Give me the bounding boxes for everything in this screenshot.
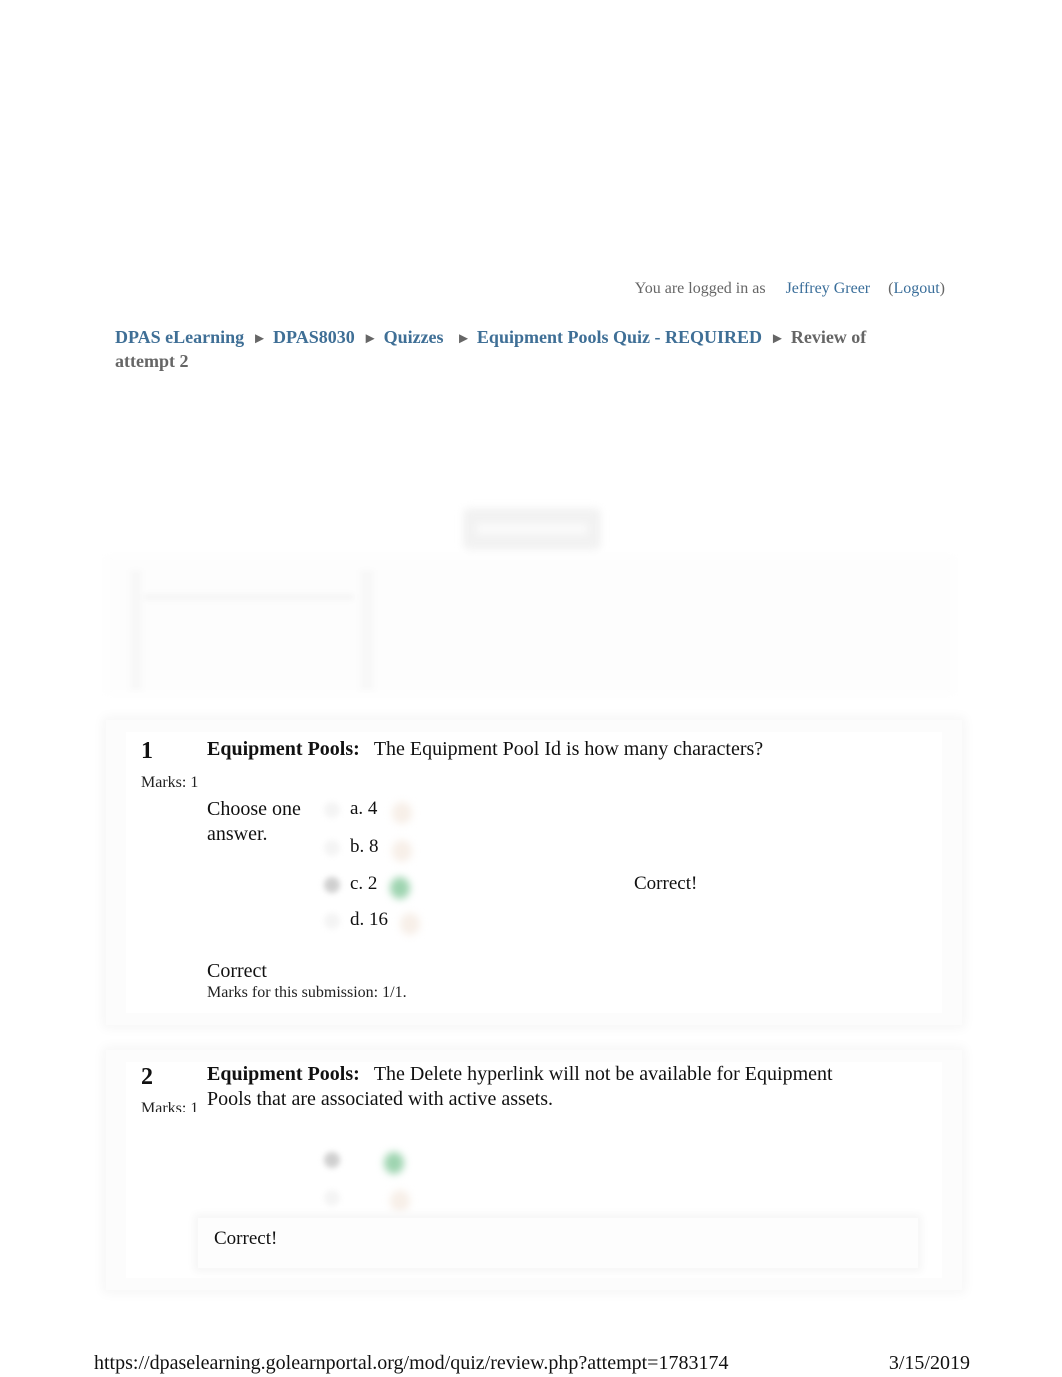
incorrect-icon bbox=[400, 913, 420, 935]
incorrect-icon bbox=[390, 1190, 410, 1212]
answer-option[interactable]: b. 8 bbox=[320, 836, 440, 866]
breadcrumb-quiz[interactable]: Equipment Pools Quiz - REQUIRED bbox=[477, 327, 762, 347]
answer-feedback: Correct! bbox=[214, 1228, 278, 1249]
answer-option[interactable] bbox=[320, 1186, 440, 1216]
radio-button[interactable] bbox=[324, 840, 340, 856]
incorrect-icon bbox=[392, 802, 412, 824]
option-label: a. 4 bbox=[350, 798, 378, 819]
print-date: 3/15/2019 bbox=[888, 1352, 970, 1374]
option-label: c. 2 bbox=[350, 873, 378, 894]
answer-option[interactable]: d. 16 bbox=[320, 909, 440, 939]
login-prefix: You are logged in as bbox=[634, 280, 766, 297]
option-label: b. 8 bbox=[350, 836, 379, 857]
blurred-button[interactable] bbox=[463, 508, 601, 550]
breadcrumb-course[interactable]: DPAS8030 bbox=[273, 327, 355, 347]
marks-for-submission: Marks for this submission: 1/1. bbox=[207, 984, 407, 1001]
attempt-summary-table bbox=[106, 556, 954, 694]
answer-option[interactable]: c. 2 bbox=[320, 873, 440, 903]
feedback-box: Correct! bbox=[198, 1218, 918, 1268]
radio-button[interactable] bbox=[324, 1190, 340, 1206]
question-number: 1 bbox=[141, 738, 153, 764]
radio-button[interactable] bbox=[324, 913, 340, 929]
grading-result: Correct bbox=[207, 960, 267, 982]
option-label: d. 16 bbox=[350, 909, 388, 930]
breadcrumb-separator-icon: ► bbox=[252, 331, 268, 347]
question-1: 1 Marks: 1 Equipment Pools: The Equipment… bbox=[106, 720, 962, 1025]
question-body: The Equipment Pool Id is how many charac… bbox=[373, 738, 764, 760]
breadcrumb-separator-icon: ► bbox=[769, 331, 785, 347]
radio-button-selected[interactable] bbox=[324, 1152, 340, 1168]
breadcrumb-separator-icon: ► bbox=[456, 331, 471, 347]
breadcrumb-home[interactable]: DPAS eLearning bbox=[115, 327, 244, 347]
correct-check-icon bbox=[390, 877, 410, 899]
logout-link[interactable]: Logout bbox=[893, 280, 939, 297]
question-topic: Equipment Pools: bbox=[207, 738, 360, 760]
answer-feedback: Correct! bbox=[634, 873, 698, 894]
question-text: Equipment Pools: The Delete hyperlink wil… bbox=[207, 1062, 867, 1112]
answer-prompt: Choose one answer. bbox=[207, 798, 301, 845]
radio-button[interactable] bbox=[324, 802, 340, 818]
breadcrumb-quizzes[interactable]: Quizzes bbox=[384, 327, 444, 347]
breadcrumb-separator-icon: ► bbox=[362, 331, 378, 347]
incorrect-icon bbox=[392, 840, 412, 862]
correct-check-icon bbox=[384, 1152, 404, 1174]
answer-option[interactable]: a. 4 bbox=[320, 798, 440, 828]
page-url: https://dpaselearning.golearnportal.org/… bbox=[94, 1352, 729, 1374]
user-name-link[interactable]: Jeffrey Greer bbox=[786, 280, 871, 297]
summary-table-inner bbox=[130, 570, 374, 690]
breadcrumb: DPAS eLearning ► DPAS8030 ► Quizzes ► Equipme… bbox=[115, 326, 905, 372]
question-marks: Marks: 1 bbox=[141, 774, 199, 791]
answer-option[interactable] bbox=[320, 1148, 440, 1178]
question-number: 2 bbox=[141, 1064, 153, 1090]
question-marks: Marks: 1 bbox=[141, 1100, 199, 1112]
logout-wrapper: (Logout) bbox=[888, 280, 945, 297]
question-text: Equipment Pools: The Equipment Pool Id is… bbox=[207, 737, 867, 762]
radio-button-selected[interactable] bbox=[324, 877, 340, 893]
question-topic: Equipment Pools: bbox=[207, 1063, 360, 1085]
login-info: You are logged in as Jeffrey Greer (Logo… bbox=[635, 280, 945, 298]
question-2: 2 Marks: 1 Equipment Pools: The Delete hy… bbox=[106, 1050, 962, 1290]
